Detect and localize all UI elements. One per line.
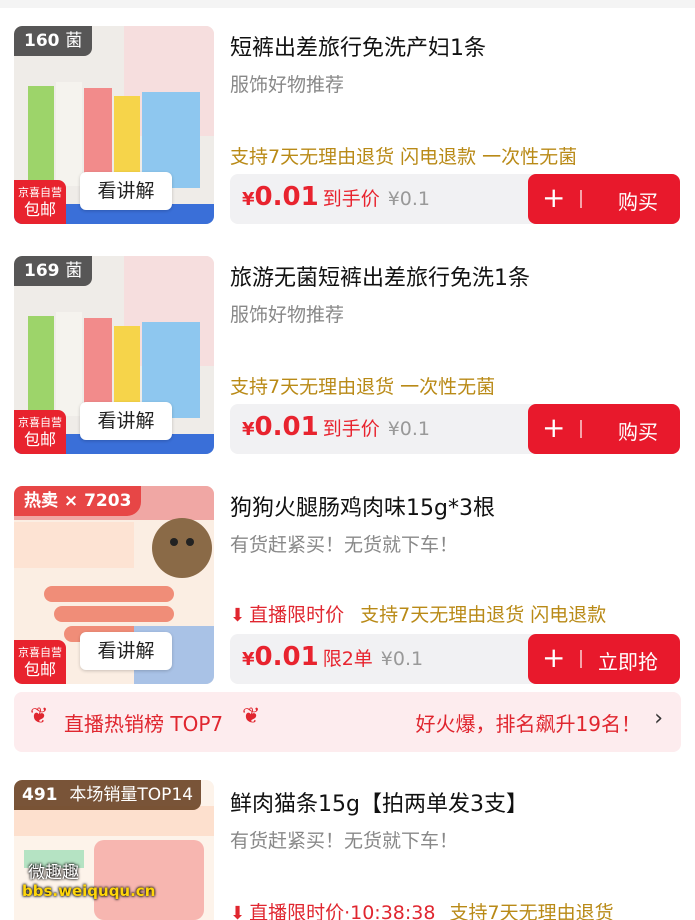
down-arrow-icon: ⬇ — [230, 605, 246, 626]
product-title[interactable]: 旅游无菌短裤出差旅行免洗1条 — [230, 260, 530, 292]
live-price-label: 直播限时价 — [249, 604, 345, 626]
currency-symbol: ¥ — [242, 649, 255, 670]
product-title[interactable]: 狗狗火腿肠鸡肉味15g*3根 — [230, 490, 495, 522]
service-tags-text: 支持7天无理由退货 — [449, 902, 614, 920]
product-subtitle: 有货赶紧买！无货就下车！ — [230, 534, 459, 556]
original-price: ¥0.1 — [387, 418, 431, 440]
service-tags: ⬇ 直播限时价 支持7天无理由退货 闪电退款 — [230, 600, 606, 627]
product-title[interactable]: 短裤出差旅行免洗产妇1条 — [230, 30, 486, 62]
product-subtitle: 有货赶紧买！无货就下车！ — [230, 830, 459, 852]
product-thumbnail[interactable]: 热卖 × 7203 京喜自营 包邮 看讲解 — [14, 486, 214, 684]
store-tag-line1: 京喜自营 — [18, 646, 62, 659]
price: ¥0.01 到手价 ¥0.1 — [242, 412, 430, 442]
chevron-right-icon[interactable]: › — [654, 706, 663, 731]
store-tag: 京喜自营 包邮 — [14, 180, 66, 224]
rank-number: 169 — [24, 261, 60, 281]
price: ¥0.01 到手价 ¥0.1 — [242, 182, 430, 212]
rank-number: 160 — [24, 31, 60, 51]
service-tags: ⬇ 直播限时价·10:38:38 支持7天无理由退货 — [230, 898, 614, 920]
price-label: 到手价 — [322, 418, 380, 440]
rank-number: 491 — [22, 785, 58, 805]
button-divider — [580, 650, 582, 668]
badge-tail: 菌 — [65, 261, 83, 281]
laurel-right-icon: ❦ — [242, 704, 261, 729]
service-tags: 支持7天无理由退货 闪电退款 一次性无菌 — [230, 146, 578, 168]
product-title[interactable]: 鲜肉猫条15g【拍两单发3支】 — [230, 786, 528, 818]
add-to-cart-icon[interactable]: + — [542, 412, 565, 444]
live-price-countdown: 直播限时价·10:38:38 — [249, 902, 436, 920]
button-divider — [580, 420, 582, 438]
hot-sale-count: 热卖 × 7203 — [24, 491, 132, 511]
store-tag-line2: 包邮 — [23, 660, 56, 679]
grab-now-button[interactable]: + 立即抢 — [528, 634, 680, 684]
rank-badge: 491 本场销量TOP14 — [14, 780, 202, 810]
add-to-cart-icon[interactable]: + — [542, 182, 565, 214]
watermark-name: 微趣趣 — [28, 863, 79, 883]
watch-explain-button[interactable]: 看讲解 — [80, 632, 172, 670]
price-bar: ¥0.01 到手价 ¥0.1 + 购买 — [230, 404, 680, 454]
add-to-cart-icon[interactable]: + — [542, 642, 565, 674]
price-value: 0.01 — [254, 182, 319, 212]
product-subtitle: 服饰好物推荐 — [230, 304, 345, 326]
previous-item-edge — [0, 0, 695, 8]
price-value: 0.01 — [254, 642, 319, 672]
rank-badge: 160 菌 — [14, 26, 93, 56]
grab-now-label: 立即抢 — [598, 650, 658, 674]
buy-button[interactable]: + 购买 — [528, 174, 680, 224]
store-tag-line2: 包邮 — [23, 430, 56, 449]
original-price: ¥0.1 — [387, 188, 431, 210]
watch-explain-button[interactable]: 看讲解 — [80, 402, 172, 440]
badge-tail: 本场销量TOP14 — [69, 785, 194, 805]
price-value: 0.01 — [254, 412, 319, 442]
store-tag-line1: 京喜自营 — [18, 416, 62, 429]
store-tag: 京喜自营 包邮 — [14, 640, 66, 684]
store-tag-line2: 包邮 — [23, 200, 56, 219]
price-bar: ¥0.01 到手价 ¥0.1 + 购买 — [230, 174, 680, 224]
rank-badge: 169 菌 — [14, 256, 93, 286]
laurel-left-icon: ❦ — [30, 704, 49, 729]
store-tag: 京喜自营 包邮 — [14, 410, 66, 454]
badge-tail: 菌 — [65, 31, 83, 51]
service-tags: 支持7天无理由退货 一次性无菌 — [230, 376, 496, 398]
down-arrow-icon: ⬇ — [230, 903, 246, 920]
currency-symbol: ¥ — [242, 419, 255, 440]
price-bar: ¥0.01 限2单 ¥0.1 + 立即抢 — [230, 634, 680, 684]
product-thumbnail[interactable]: 160 菌 京喜自营 包邮 看讲解 — [14, 26, 214, 224]
button-divider — [580, 190, 582, 208]
hot-rank-title: 直播热销榜 TOP7 — [64, 712, 224, 736]
hot-rank-message: 好火爆，排名飙升19名！ — [415, 712, 641, 736]
price-label: 到手价 — [322, 188, 380, 210]
buy-button-label: 购买 — [618, 420, 658, 444]
product-subtitle: 服饰好物推荐 — [230, 74, 345, 96]
hot-sale-badge: 热卖 × 7203 — [14, 486, 142, 516]
service-tags-text: 支持7天无理由退货 闪电退款 — [360, 604, 607, 626]
currency-symbol: ¥ — [242, 189, 255, 210]
buy-button-label: 购买 — [618, 190, 658, 214]
watch-explain-button[interactable]: 看讲解 — [80, 172, 172, 210]
watermark-url: bbs.weiququ.cn — [22, 882, 156, 900]
product-thumbnail[interactable]: 169 菌 京喜自营 包邮 看讲解 — [14, 256, 214, 454]
original-price: ¥0.1 — [380, 648, 424, 670]
price: ¥0.01 限2单 ¥0.1 — [242, 642, 423, 672]
store-tag-line1: 京喜自营 — [18, 186, 62, 199]
price-label: 限2单 — [322, 648, 373, 670]
hot-rank-bar[interactable]: ❦ 直播热销榜 TOP7 ❦ 好火爆，排名飙升19名！ › — [14, 692, 681, 752]
buy-button[interactable]: + 购买 — [528, 404, 680, 454]
